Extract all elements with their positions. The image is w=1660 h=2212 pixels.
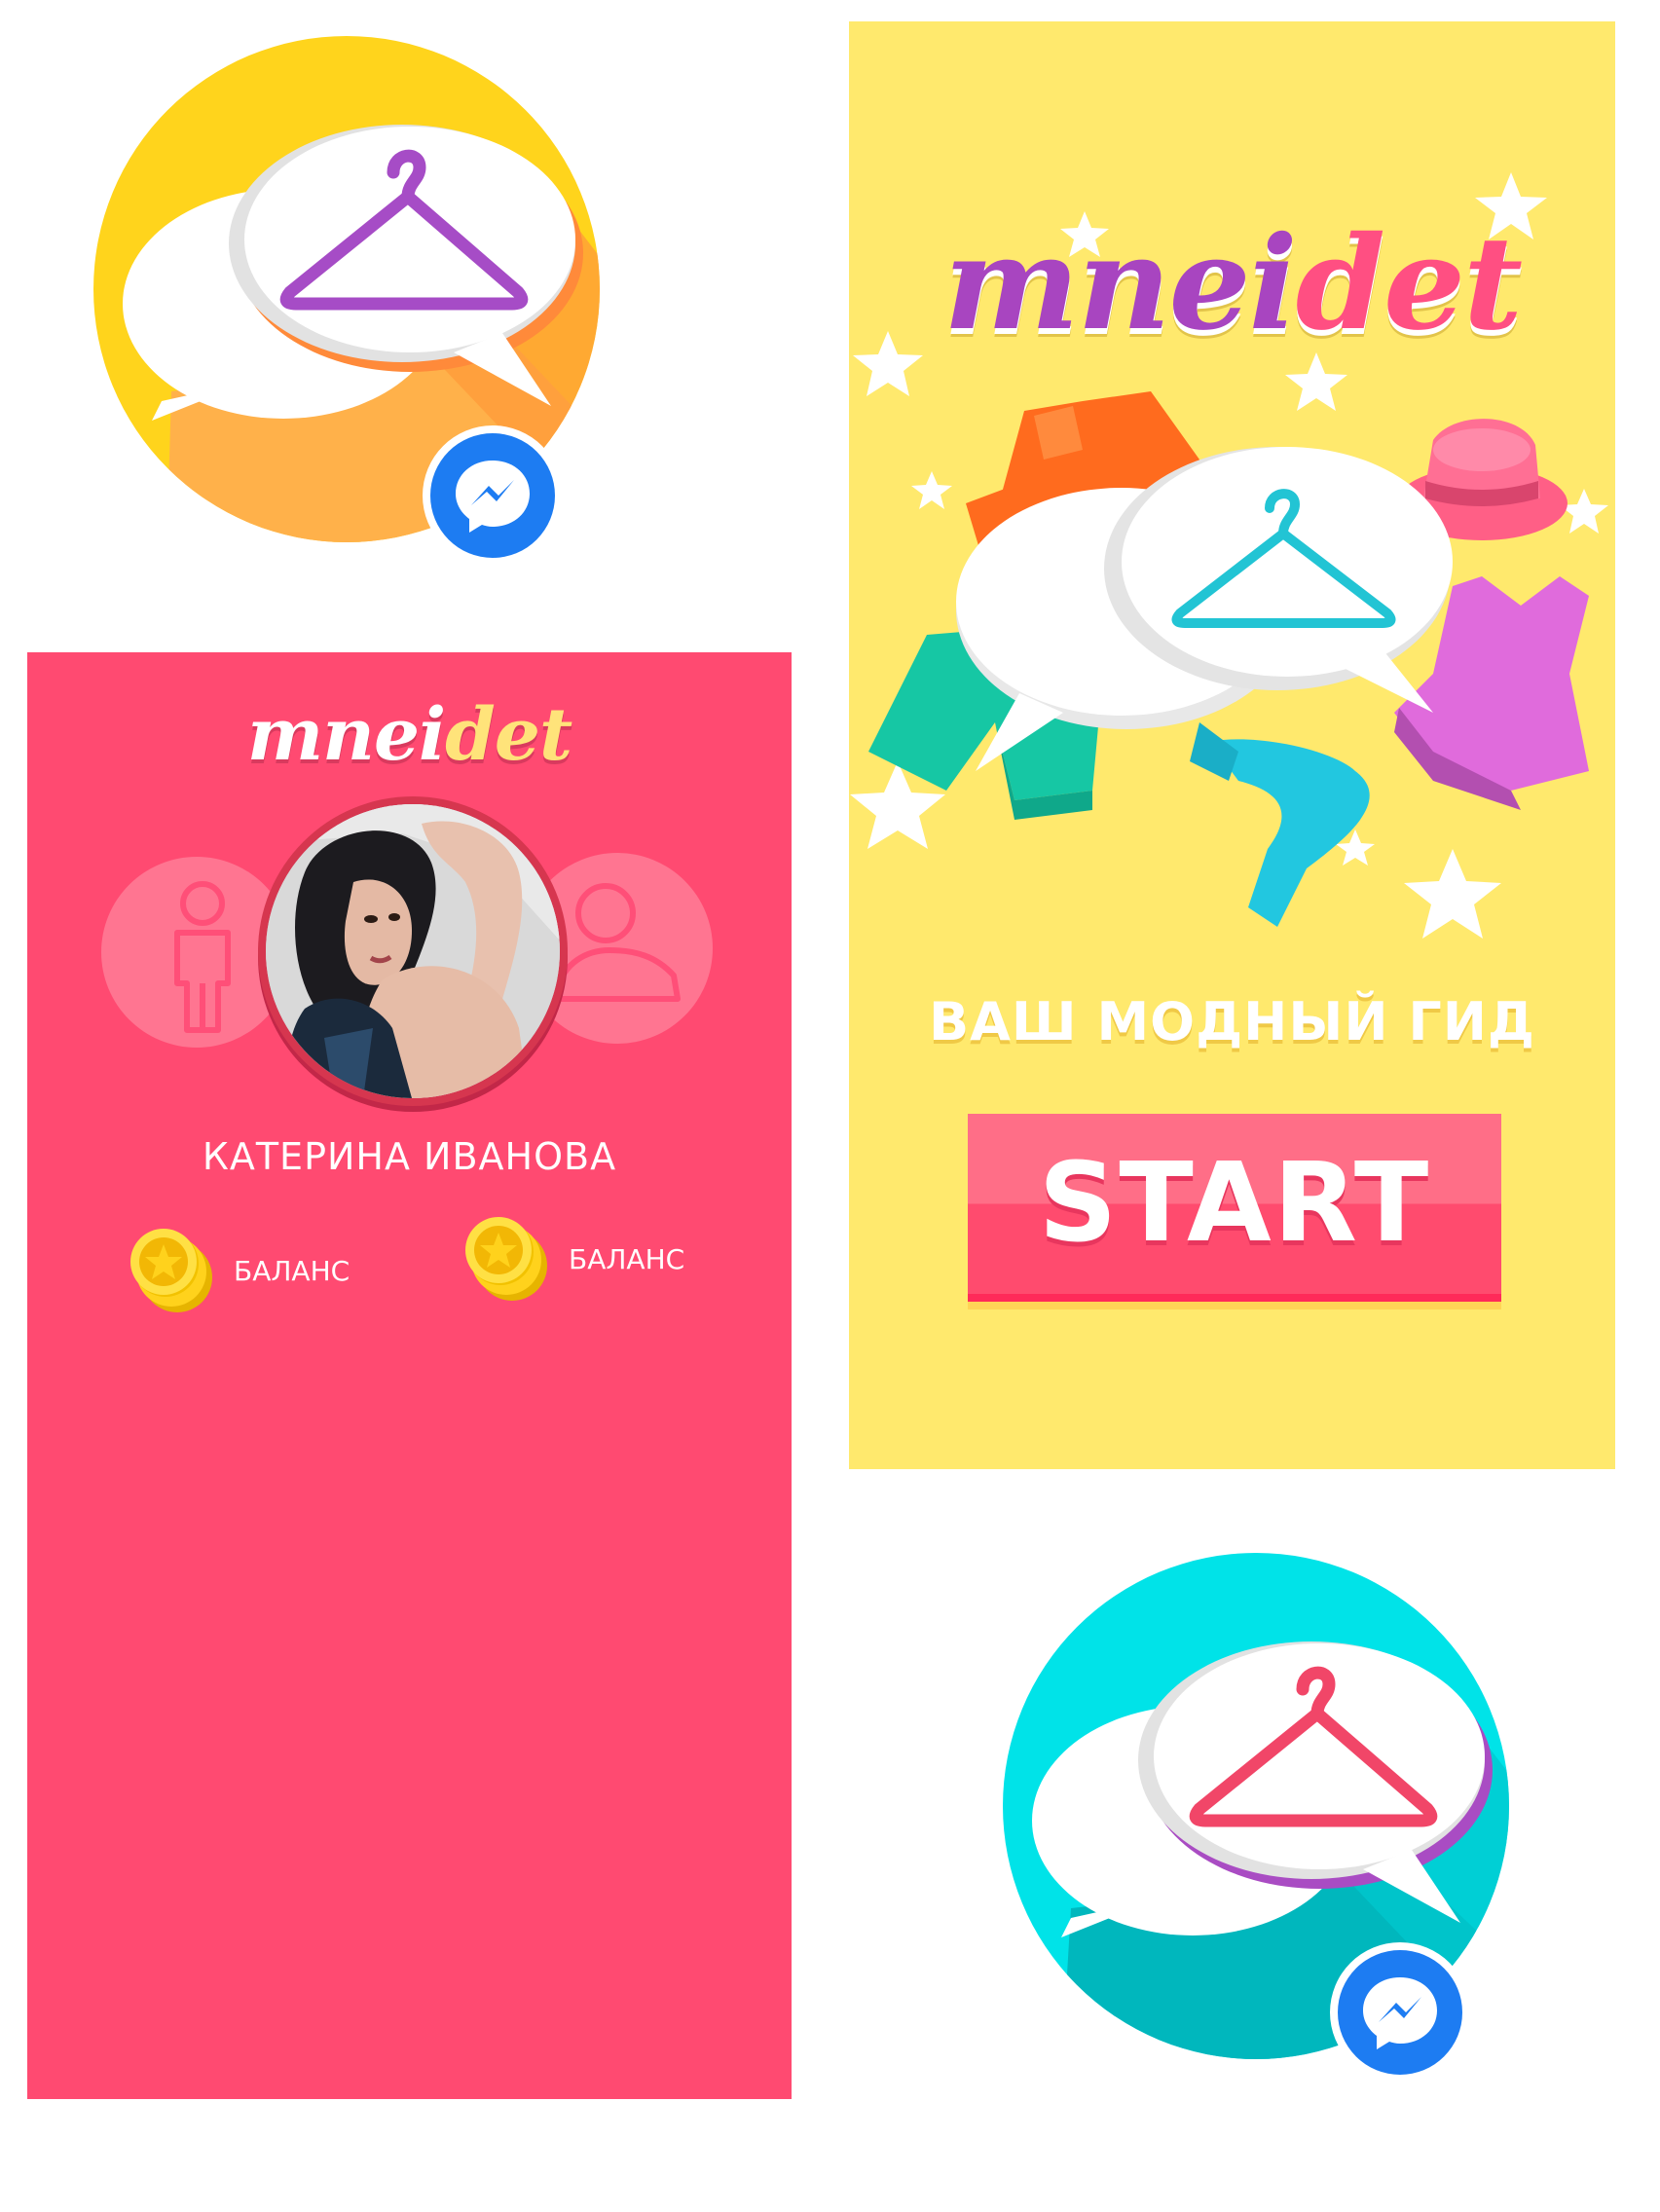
balance-item-2[interactable]: БАЛАНС [460, 1215, 684, 1303]
messenger-badge-top[interactable] [421, 424, 565, 568]
coin-icon [130, 1229, 212, 1312]
profile-screen: mneidet КАТЕРИНА ИВАНОВА БАЛАНС БАЛАНС [27, 652, 792, 2099]
coin-icon [465, 1217, 547, 1301]
balance-item-1[interactable]: БАЛАНС [125, 1227, 350, 1314]
messenger-badge-bottom[interactable] [1328, 1940, 1472, 2084]
app-logo: mneidet [246, 693, 572, 777]
start-button[interactable]: START [968, 1114, 1501, 1294]
avatar[interactable] [266, 804, 560, 1098]
balance-label-1: БАЛАНС [234, 1254, 350, 1287]
balance-label-2: БАЛАНС [569, 1242, 685, 1275]
clothes-illustration [850, 172, 1608, 939]
tagline: ВАШ МОДНЫЙ ГИД [928, 991, 1536, 1052]
user-name: КАТЕРИНА ИВАНОВА [202, 1135, 617, 1178]
scarf-illustration [1190, 722, 1370, 927]
avatar-frame [258, 796, 568, 1106]
start-screen: mneidet ВАШ МОДНЫЙ ГИД START [849, 21, 1615, 1469]
